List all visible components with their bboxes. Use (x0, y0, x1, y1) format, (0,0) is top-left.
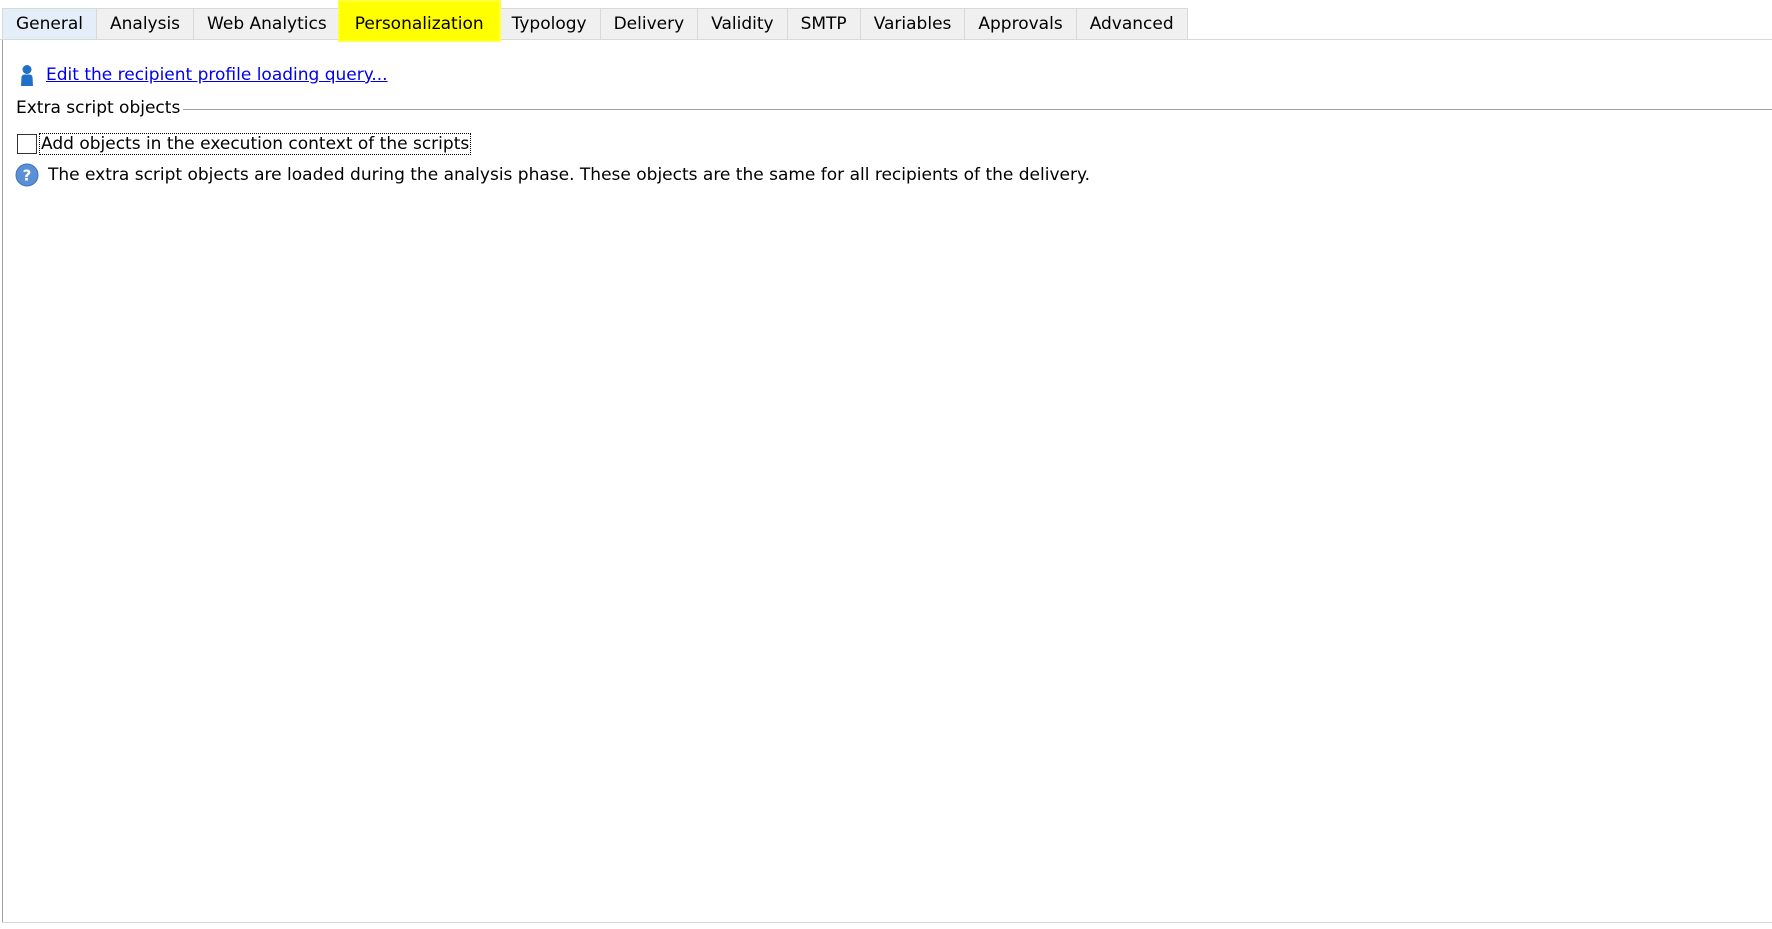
svg-text:?: ? (23, 167, 32, 185)
tab-personalization[interactable]: Personalization (339, 2, 499, 40)
tab-bar-divider (0, 39, 1772, 40)
delivery-properties-window: General Analysis Web Analytics Personali… (0, 0, 1772, 929)
tab-advanced[interactable]: Advanced (1075, 8, 1188, 40)
tab-page-bottom-border (2, 922, 1772, 923)
person-icon (18, 64, 36, 86)
tab-label: Web Analytics (207, 14, 327, 34)
tab-label: Variables (873, 14, 952, 34)
tab-general[interactable]: General (2, 8, 97, 40)
add-objects-checkbox-label[interactable]: Add objects in the execution context of … (39, 133, 472, 155)
tab-label: Validity (711, 14, 774, 34)
tab-bar: General Analysis Web Analytics Personali… (2, 2, 1188, 40)
tab-label: Approvals (978, 14, 1063, 34)
extra-script-objects-group: Extra script objects (16, 98, 1772, 118)
tab-analysis[interactable]: Analysis (96, 8, 195, 40)
tab-label: Analysis (110, 14, 181, 34)
tab-label: Advanced (1089, 14, 1174, 34)
tab-smtp[interactable]: SMTP (786, 8, 861, 40)
tab-label: Delivery (613, 14, 685, 34)
question-icon: ? (15, 163, 39, 187)
tab-label: Personalization (354, 14, 484, 34)
edit-profile-query-link[interactable]: Edit the recipient profile loading query… (46, 65, 388, 85)
help-note: ? The extra script objects are loaded du… (15, 163, 1090, 187)
group-divider (183, 108, 1772, 110)
tab-variables[interactable]: Variables (859, 8, 966, 40)
tab-label: SMTP (800, 14, 847, 34)
group-title: Extra script objects (16, 98, 181, 118)
tab-label: General (16, 14, 83, 34)
profile-query-row: Edit the recipient profile loading query… (18, 64, 388, 86)
tab-typology[interactable]: Typology (497, 8, 601, 40)
help-text: The extra script objects are loaded duri… (48, 165, 1090, 185)
tab-validity[interactable]: Validity (697, 8, 788, 40)
tab-page-border (2, 40, 3, 922)
add-objects-checkbox-row: Add objects in the execution context of … (17, 133, 472, 155)
tab-delivery[interactable]: Delivery (599, 8, 699, 40)
tab-label: Typology (511, 14, 587, 34)
add-objects-checkbox[interactable] (17, 134, 37, 154)
tab-approvals[interactable]: Approvals (964, 8, 1077, 40)
tab-web-analytics[interactable]: Web Analytics (193, 8, 341, 40)
